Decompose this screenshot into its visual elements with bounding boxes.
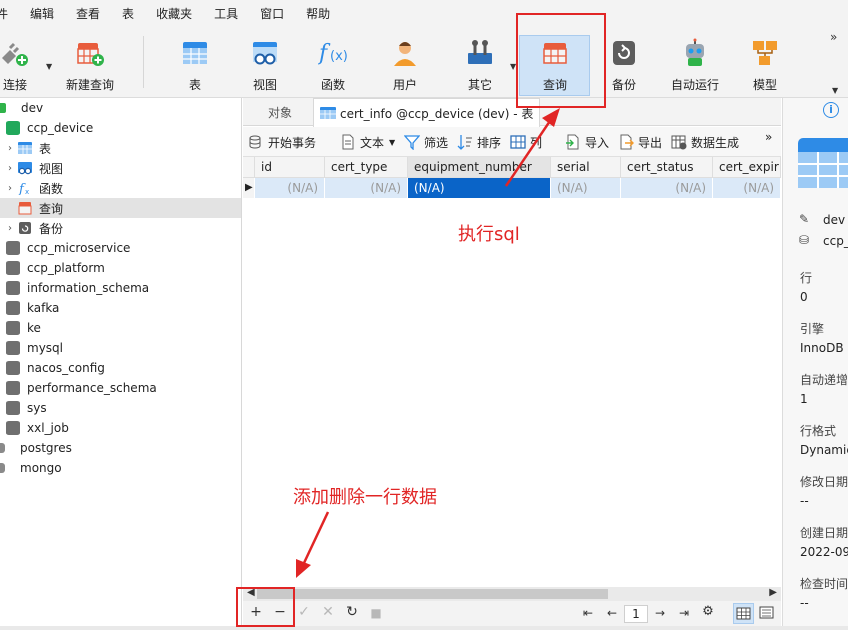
annotation-arrows [296,108,560,578]
